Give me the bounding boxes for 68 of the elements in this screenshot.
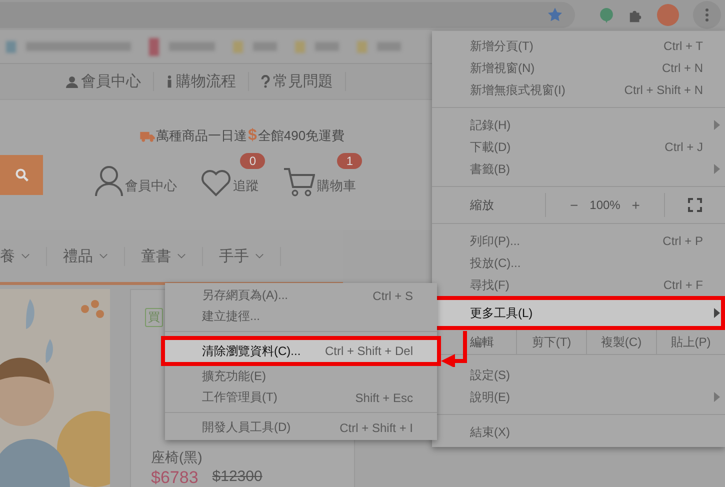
- blurred-bookmark[interactable]: [6, 40, 131, 52]
- category-tab[interactable]: 養: [0, 246, 47, 266]
- menu-item[interactable]: 開發人員工具(D) Ctrl + Shift + I: [165, 417, 437, 438]
- edit-action-button[interactable]: 貼上(P): [656, 330, 725, 354]
- dollar-sign: $: [248, 127, 257, 145]
- caret-right-icon: [714, 164, 720, 174]
- user-icon: [95, 165, 123, 197]
- header-action[interactable]: 會員中心: [95, 153, 183, 197]
- chevron-down-icon: [99, 253, 108, 259]
- header-action[interactable]: 購物車 1: [283, 153, 362, 197]
- speech-bubble-icon[interactable]: [599, 6, 614, 24]
- menu-item[interactable]: 下載(D) Ctrl + J: [432, 136, 725, 158]
- zoom-out-button[interactable]: −: [566, 197, 582, 213]
- tag-label: 買: [145, 308, 163, 327]
- original-price: $12300: [212, 468, 262, 487]
- chevron-down-icon: [177, 253, 186, 259]
- caret-right-icon: [714, 120, 720, 130]
- menu-item[interactable]: 新增無痕式視窗(I) Ctrl + Shift + N: [432, 79, 725, 101]
- promo-text: 全館490免運費: [258, 127, 345, 145]
- category-tab[interactable]: 童書: [125, 246, 203, 266]
- chevron-down-icon: [21, 253, 30, 259]
- arrow: [441, 331, 469, 367]
- address-bar[interactable]: [0, 2, 575, 28]
- menu-item[interactable]: 列印(P)... Ctrl + P: [432, 230, 725, 252]
- blurred-bookmark[interactable]: [357, 40, 401, 52]
- menu-item[interactable]: 新增視窗(N) Ctrl + N: [432, 57, 725, 79]
- category-tab[interactable]: 手手: [203, 246, 281, 266]
- menu-button[interactable]: [693, 1, 721, 29]
- caret-right-icon: [714, 308, 720, 318]
- menu-item[interactable]: 投放(C)...: [432, 252, 725, 274]
- blurred-bookmark[interactable]: [233, 40, 277, 52]
- edit-label: 編輯: [470, 334, 494, 350]
- caret-right-icon: [714, 392, 720, 402]
- avatar[interactable]: [657, 4, 679, 26]
- question-icon: [261, 75, 270, 88]
- menu-item[interactable]: 新增分頁(T) Ctrl + T: [432, 35, 725, 57]
- zoom-in-button[interactable]: +: [628, 197, 644, 213]
- zoom-label: 縮放: [469, 196, 495, 214]
- top-link[interactable]: 購物流程: [154, 72, 249, 91]
- info-icon: [166, 75, 173, 88]
- count-badge: 1: [337, 153, 362, 169]
- user-icon: [66, 76, 78, 88]
- cart-icon: [283, 167, 315, 197]
- heart-icon: [201, 169, 231, 197]
- star-icon[interactable]: [547, 7, 563, 23]
- top-link[interactable]: 會員中心: [54, 72, 154, 91]
- category-tab[interactable]: 禮品: [47, 246, 125, 266]
- promo-text: 萬種商品一日達: [156, 127, 247, 145]
- zoom-value: 100%: [590, 198, 620, 212]
- count-badge: 0: [240, 153, 265, 169]
- menu-item[interactable]: 清除瀏覽資料(C)... Ctrl + Shift + Del: [161, 336, 441, 366]
- edit-action-button[interactable]: 複製(C): [586, 330, 656, 354]
- chevron-down-icon: [255, 253, 264, 259]
- blurred-bookmark[interactable]: [149, 38, 215, 56]
- header-action[interactable]: 追蹤 0: [201, 153, 265, 197]
- menu-item[interactable]: 書籤(B): [432, 158, 725, 180]
- fullscreen-icon[interactable]: [688, 198, 702, 212]
- menu-item[interactable]: 記錄(H): [432, 114, 725, 136]
- search-icon: [14, 168, 28, 182]
- price: $6783: [151, 468, 198, 487]
- menu-item[interactable]: 擴充功能(E): [165, 366, 437, 387]
- search-button[interactable]: [0, 155, 43, 195]
- truck-icon: [140, 130, 155, 142]
- blurred-bookmark[interactable]: [295, 40, 339, 52]
- edit-action-button[interactable]: 剪下(T): [516, 330, 586, 354]
- top-link[interactable]: 常見問題: [249, 72, 346, 91]
- product-title: 座椅(黑): [151, 449, 204, 467]
- three-dots-icon: [705, 8, 709, 22]
